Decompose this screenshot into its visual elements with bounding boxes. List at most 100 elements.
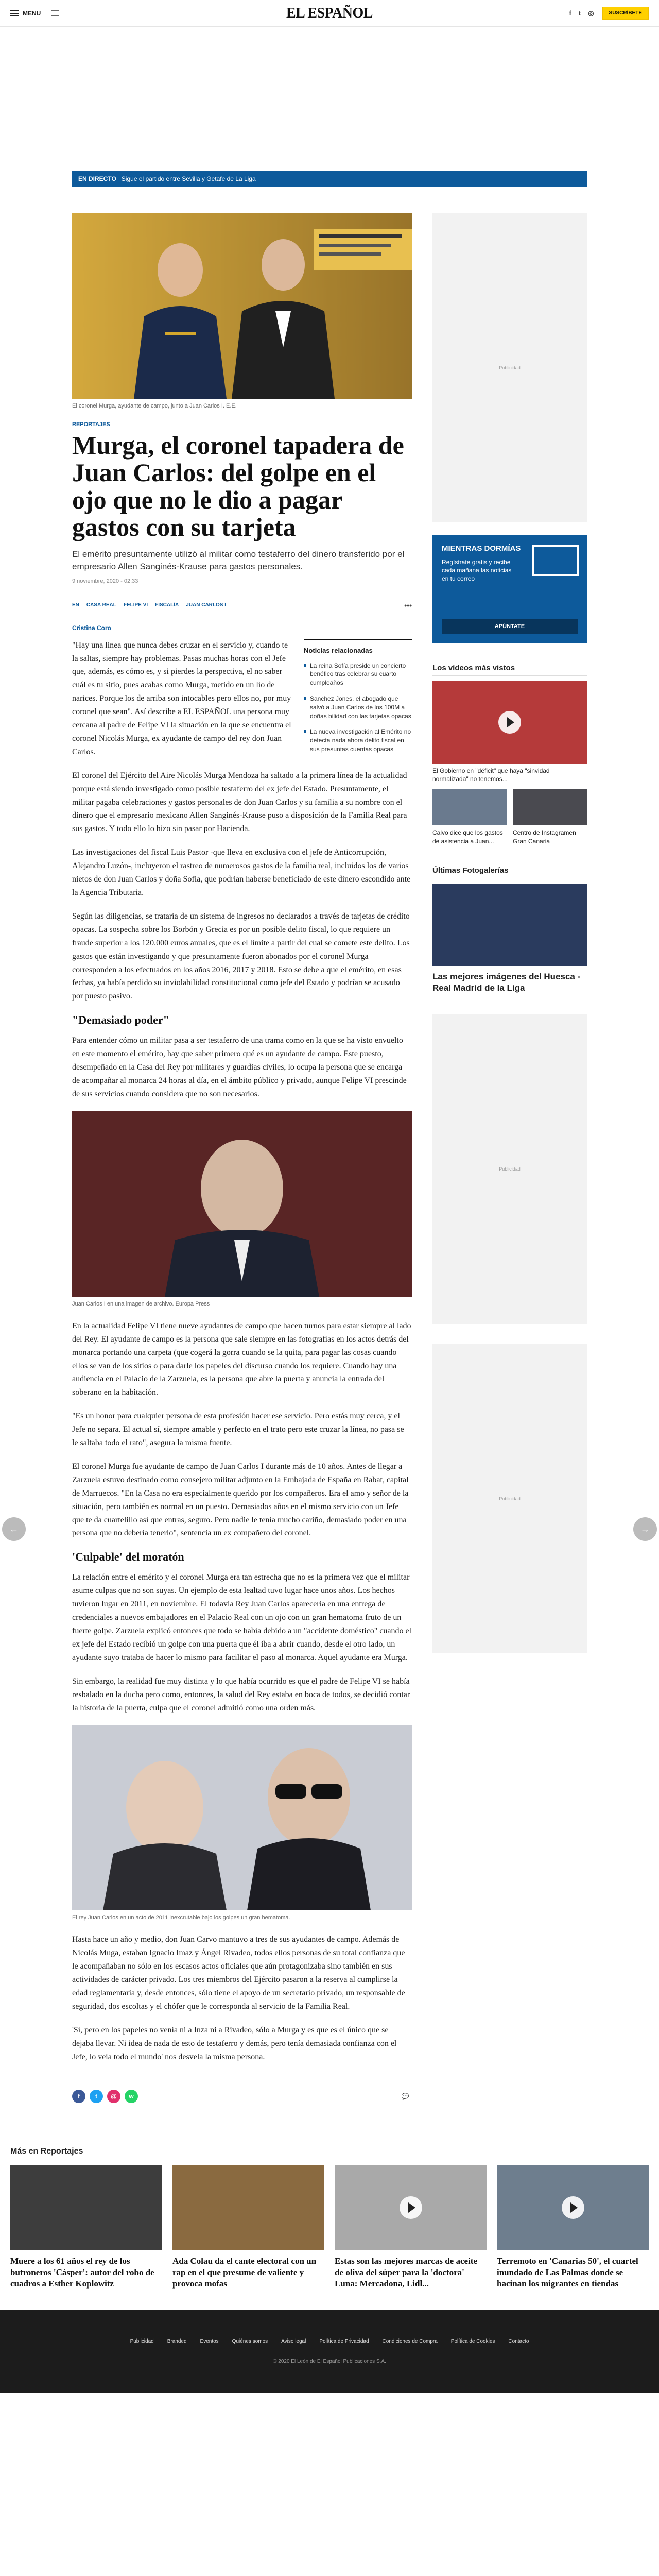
photo-1-illustration: [72, 1111, 412, 1297]
reportaje-thumb[interactable]: [335, 2165, 487, 2250]
video-title: Centro de Instagramen Gran Canaria: [513, 829, 576, 845]
live-bar[interactable]: EN DIRECTO Sigue el partido entre Sevill…: [72, 171, 587, 187]
facebook-icon[interactable]: f: [569, 9, 571, 17]
section-tag[interactable]: REPORTAJES: [72, 421, 412, 428]
article-photo-2: [72, 1725, 412, 1911]
related-item[interactable]: La nueva investigación al Emérito no det…: [304, 727, 412, 753]
paragraph: Hasta hace un año y medio, don Juan Carv…: [72, 1935, 405, 2011]
social-links: f t ◎: [569, 9, 594, 18]
share-bar: f t @ w 💬: [72, 2079, 412, 2103]
whatsapp-share-icon[interactable]: w: [125, 2089, 138, 2103]
next-article-arrow[interactable]: →: [633, 1517, 657, 1541]
tag-item[interactable]: CASA REAL: [86, 602, 116, 608]
tag-item[interactable]: FELIPE VI: [124, 602, 148, 608]
sidebar-ad-2: Publicidad: [432, 1014, 587, 1324]
gallery-image[interactable]: [432, 883, 587, 966]
facebook-share-icon[interactable]: f: [72, 2089, 85, 2103]
footer-link[interactable]: Branded: [167, 2338, 187, 2344]
twitter-share-icon[interactable]: t: [90, 2089, 103, 2103]
photo-2-caption: El rey Juan Carlos en un acto de 2011 in…: [72, 1914, 290, 1921]
footer-nav: Publicidad Branded Eventos Quiénes somos…: [130, 2338, 529, 2344]
footer-link[interactable]: Condiciones de Compra: [383, 2338, 438, 2344]
video-thumbnail[interactable]: [432, 789, 507, 826]
hero-caption: El coronel Murga, ayudante de campo, jun…: [72, 403, 412, 409]
sidebar-ad-3: Publicidad: [432, 1344, 587, 1653]
site-logo[interactable]: EL ESPAÑOL: [286, 5, 373, 22]
videos-grid: El Gobierno en "déficit" que haya "sinvi…: [432, 681, 587, 845]
more-reportajes: Más en Reportajes Muere a los 61 años el…: [0, 2133, 659, 2310]
reportaje-thumb[interactable]: [172, 2165, 324, 2250]
reportaje-title[interactable]: Estas son las mejores marcas de aceite d…: [335, 2256, 487, 2290]
reportaje-card[interactable]: Estas son las mejores marcas de aceite d…: [335, 2165, 487, 2290]
footer-link[interactable]: Política de Cookies: [451, 2338, 495, 2344]
hero-image: [72, 213, 412, 399]
paragraph: El coronel del Ejército del Aire Nicolás…: [72, 771, 407, 834]
gallery-title: Últimas Fotogalerías: [432, 866, 587, 878]
related-item[interactable]: Sanchez Jones, el abogado que salvó a Ju…: [304, 694, 412, 720]
tag-item[interactable]: FISCALÍA: [155, 602, 179, 608]
comment-icon[interactable]: 💬: [398, 2090, 412, 2103]
video-thumbnail[interactable]: [432, 681, 587, 764]
reportaje-card[interactable]: Muere a los 61 años el rey de los butron…: [10, 2165, 162, 2290]
tags-row: EN CASA REAL FELIPE VI FISCALÍA JUAN CAR…: [72, 595, 412, 615]
paragraph: Para entender cómo un militar pasa a ser…: [72, 1036, 407, 1098]
live-text: Sigue el partido entre Sevilla y Getafe …: [121, 175, 256, 182]
tag-item: EN: [72, 602, 79, 608]
reportaje-title[interactable]: Muere a los 61 años el rey de los butron…: [10, 2256, 162, 2290]
paragraph: 'Sí, pero en los papeles no venía ni a I…: [72, 2025, 397, 2061]
reportaje-card[interactable]: Terremoto en 'Canarias 50', el cuartel i…: [497, 2165, 649, 2290]
reportaje-thumb[interactable]: [497, 2165, 649, 2250]
paragraph: Las investigaciones del fiscal Luis Past…: [72, 848, 411, 897]
footer-link[interactable]: Quiénes somos: [232, 2338, 268, 2344]
photo-2-illustration: [72, 1725, 412, 1911]
email-share-icon[interactable]: @: [107, 2089, 120, 2103]
footer-link[interactable]: Aviso legal: [281, 2338, 306, 2344]
article-subtitle: El emérito presuntamente utilizó al mili…: [72, 549, 405, 571]
newsletter-box: MIENTRAS DORMÍAS Regístrate gratis y rec…: [432, 535, 587, 643]
envelope-icon: [532, 545, 579, 576]
more-options-icon[interactable]: •••: [404, 601, 412, 609]
instagram-icon[interactable]: ◎: [588, 9, 594, 18]
video-item[interactable]: Centro de Instagramen Gran Canaria: [513, 789, 587, 845]
reportaje-thumb[interactable]: [10, 2165, 162, 2250]
live-label: EN DIRECTO: [78, 175, 116, 182]
video-thumbnail[interactable]: [513, 789, 587, 826]
footer-link[interactable]: Contacto: [508, 2338, 529, 2344]
play-icon: [399, 2196, 422, 2219]
reportaje-title[interactable]: Ada Colau da el cante electoral con un r…: [172, 2256, 324, 2290]
article-body: "Hay una línea que nunca debes cruzar en…: [72, 638, 412, 2064]
paragraph: "Hay una línea que nunca debes cruzar en…: [72, 640, 291, 756]
related-title: Noticias relacionadas: [304, 646, 373, 654]
gallery-caption[interactable]: Las mejores imágenes del Huesca - Real M…: [432, 971, 587, 994]
menu-button[interactable]: MENU: [10, 10, 41, 17]
tag-item[interactable]: JUAN CARLOS I: [186, 602, 226, 608]
footer-link[interactable]: Política de Privacidad: [319, 2338, 369, 2344]
top-bar: MENU EL ESPAÑOL f t ◎ SUSCRÍBETE: [0, 0, 659, 27]
footer-link[interactable]: Publicidad: [130, 2338, 154, 2344]
newsletter-button[interactable]: APÚNTATE: [442, 619, 578, 634]
mail-icon[interactable]: [51, 10, 60, 16]
video-item[interactable]: El Gobierno en "déficit" que haya "sinvi…: [432, 681, 587, 783]
author-name[interactable]: Cristina Coro: [72, 624, 412, 632]
reportaje-title[interactable]: Terremoto en 'Canarias 50', el cuartel i…: [497, 2256, 649, 2290]
article-date: 9 noviembre, 2020 - 02:33: [72, 578, 138, 584]
related-item[interactable]: La reina Sofía preside un concierto bené…: [304, 662, 412, 687]
video-item[interactable]: Calvo dice que los gastos de asistencia …: [432, 789, 507, 845]
video-title: El Gobierno en "déficit" que haya "sinvi…: [432, 767, 550, 783]
reportaje-card[interactable]: Ada Colau da el cante electoral con un r…: [172, 2165, 324, 2290]
sidebar: Publicidad MIENTRAS DORMÍAS Regístrate g…: [432, 213, 587, 2103]
subscribe-button[interactable]: SUSCRÍBETE: [602, 7, 649, 20]
article-title: Murga, el coronel tapadera de Juan Carlo…: [72, 431, 404, 541]
menu-label: MENU: [23, 9, 41, 17]
related-news: Noticias relacionadas La reina Sofía pre…: [304, 638, 412, 769]
twitter-icon[interactable]: t: [579, 9, 581, 17]
footer-link[interactable]: Eventos: [200, 2338, 219, 2344]
article-photo-1: [72, 1111, 412, 1297]
play-icon: [498, 711, 521, 734]
videos-title: Los vídeos más vistos: [432, 664, 587, 676]
paragraph: En la actualidad Felipe VI tiene nueve a…: [72, 1321, 411, 1397]
play-icon: [561, 2196, 584, 2219]
newsletter-text: Regístrate gratis y recibe cada mañana l…: [442, 558, 512, 583]
reportajes-title: Más en Reportajes: [10, 2146, 83, 2156]
prev-article-arrow[interactable]: ←: [2, 1517, 26, 1541]
